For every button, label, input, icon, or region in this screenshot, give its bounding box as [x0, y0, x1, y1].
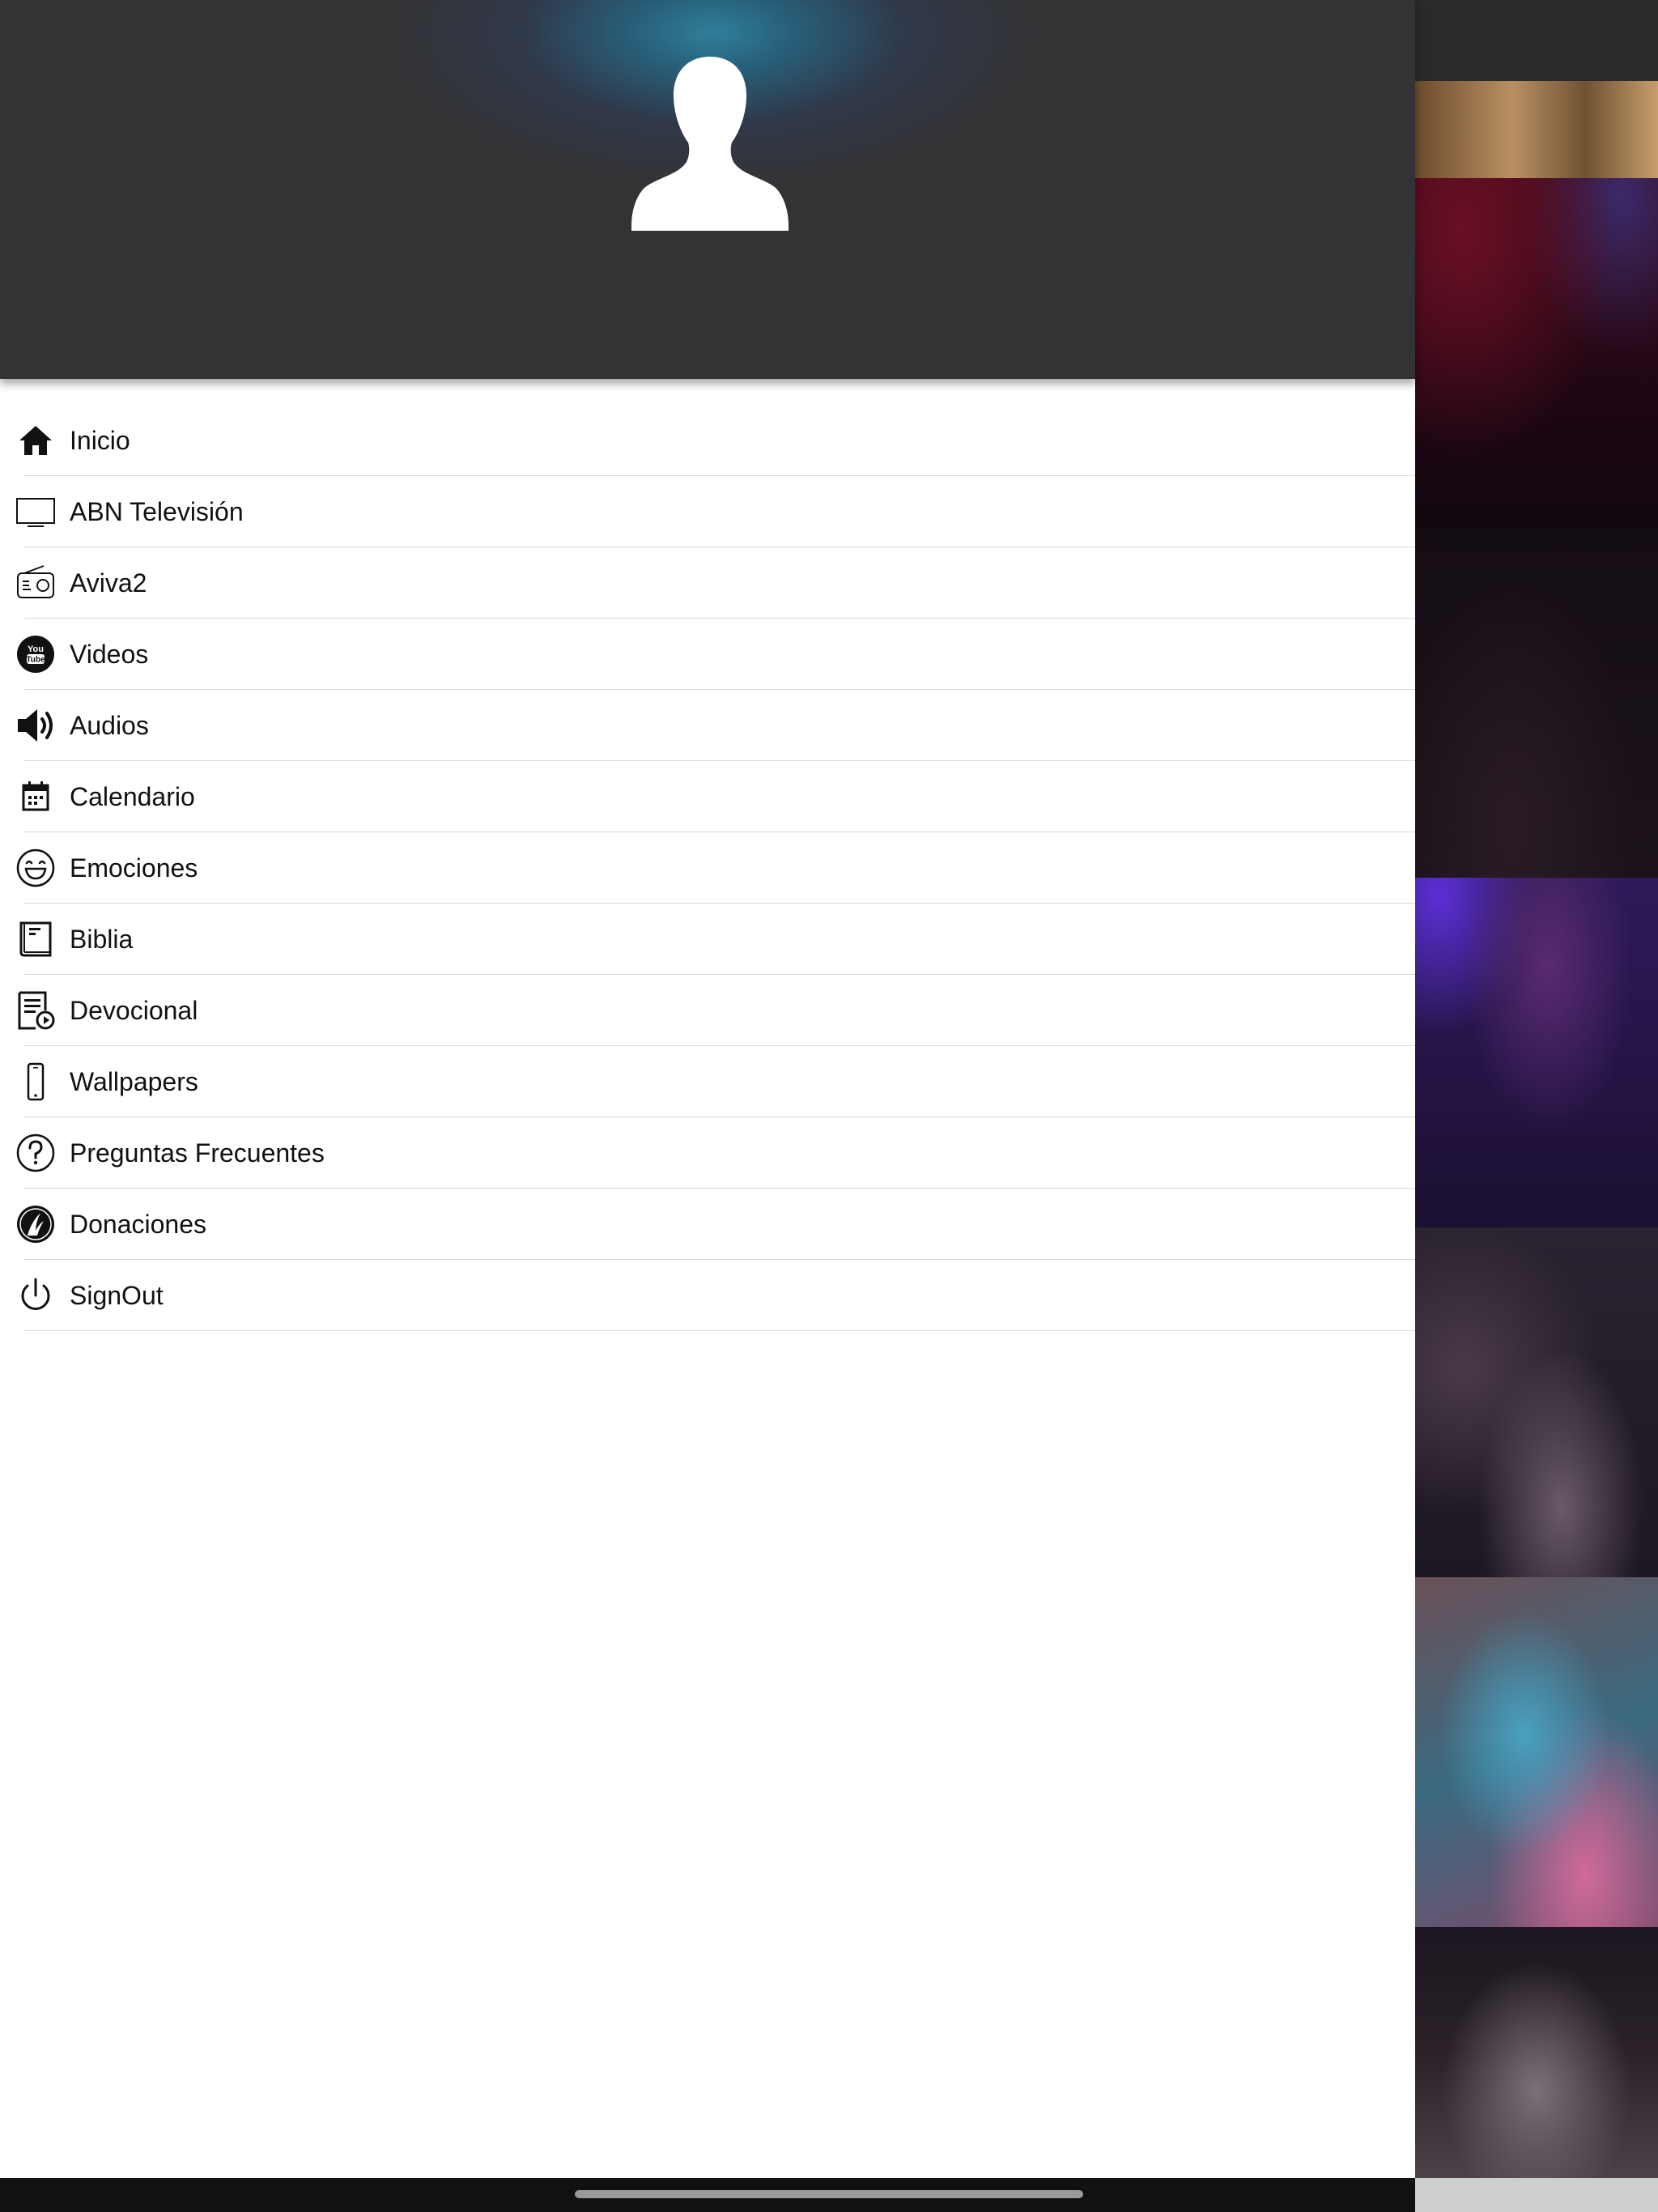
- menu-item-calendario[interactable]: Calendario: [22, 761, 1415, 832]
- menu-item-label: Aviva2: [70, 568, 147, 598]
- menu-item-label: Biblia: [70, 924, 134, 954]
- phone-icon: [16, 1062, 55, 1101]
- menu-item-wallpapers[interactable]: Wallpapers: [24, 1046, 1415, 1117]
- menu-item-label: Videos: [70, 639, 149, 669]
- menu-item-label: Audios: [70, 710, 149, 740]
- main-top-bar: [1415, 0, 1658, 81]
- svg-text:Tube: Tube: [26, 656, 45, 665]
- content-image-tile[interactable]: [1415, 1577, 1658, 1927]
- navigation-drawer: Inicio ABN Televisión Aviva2 You Tube Vid…: [0, 0, 1415, 2178]
- menu-item-aviva2[interactable]: Aviva2: [17, 547, 1415, 619]
- menu-item-signout[interactable]: SignOut: [21, 1260, 1415, 1331]
- menu-item-label: Preguntas Frecuentes: [70, 1138, 325, 1168]
- bottom-safe-area: [1415, 2178, 1658, 2212]
- devotional-icon: [16, 991, 55, 1030]
- menu-item-emociones[interactable]: Emociones: [16, 832, 1415, 904]
- youtube-icon: You Tube: [16, 635, 55, 674]
- menu-item-label: Calendario: [70, 781, 195, 811]
- menu-item-label: ABN Televisión: [70, 496, 244, 526]
- power-icon: [16, 1276, 55, 1315]
- svg-text:You: You: [28, 644, 44, 654]
- menu-item-label: Inicio: [70, 425, 130, 455]
- menu-item-label: SignOut: [70, 1280, 164, 1310]
- donation-icon: [16, 1205, 55, 1244]
- content-image-tile[interactable]: [1415, 81, 1658, 178]
- menu-item-abn-television[interactable]: ABN Televisión: [16, 476, 1415, 547]
- menu-item-label: Emociones: [70, 853, 198, 883]
- menu-item-biblia[interactable]: Biblia: [19, 904, 1415, 975]
- content-image-tile[interactable]: [1415, 528, 1658, 878]
- menu-item-label: Wallpapers: [70, 1066, 198, 1096]
- drawer-menu: Inicio ABN Televisión Aviva2 You Tube Vid…: [0, 405, 1415, 1331]
- book-icon: [16, 920, 55, 959]
- menu-item-audios[interactable]: Audios: [18, 690, 1415, 761]
- calendar-icon: [16, 777, 55, 816]
- radio-icon: [16, 564, 55, 602]
- main-content-background[interactable]: [1415, 0, 1658, 2212]
- question-icon: [16, 1134, 55, 1172]
- content-image-tile[interactable]: [1415, 178, 1658, 528]
- speaker-icon: [16, 706, 55, 745]
- drawer-header: [0, 0, 1415, 379]
- menu-item-inicio[interactable]: Inicio: [19, 405, 1415, 476]
- menu-item-devocional[interactable]: Devocional: [18, 975, 1415, 1046]
- menu-item-videos[interactable]: You Tube Videos: [17, 619, 1415, 690]
- menu-item-preguntas-frecuentes[interactable]: Preguntas Frecuentes: [16, 1117, 1415, 1189]
- menu-item-label: Donaciones: [70, 1209, 206, 1239]
- content-image-tile[interactable]: [1415, 878, 1658, 1227]
- smiley-icon: [16, 849, 55, 887]
- menu-item-label: Devocional: [70, 995, 198, 1025]
- user-avatar-icon[interactable]: [631, 57, 789, 231]
- tv-icon: [16, 492, 55, 531]
- home-indicator[interactable]: [575, 2190, 1083, 2198]
- menu-item-donaciones[interactable]: Donaciones: [17, 1189, 1415, 1260]
- content-image-tile[interactable]: [1415, 1927, 1658, 2178]
- home-icon: [16, 421, 55, 460]
- content-image-tile[interactable]: [1415, 1227, 1658, 1577]
